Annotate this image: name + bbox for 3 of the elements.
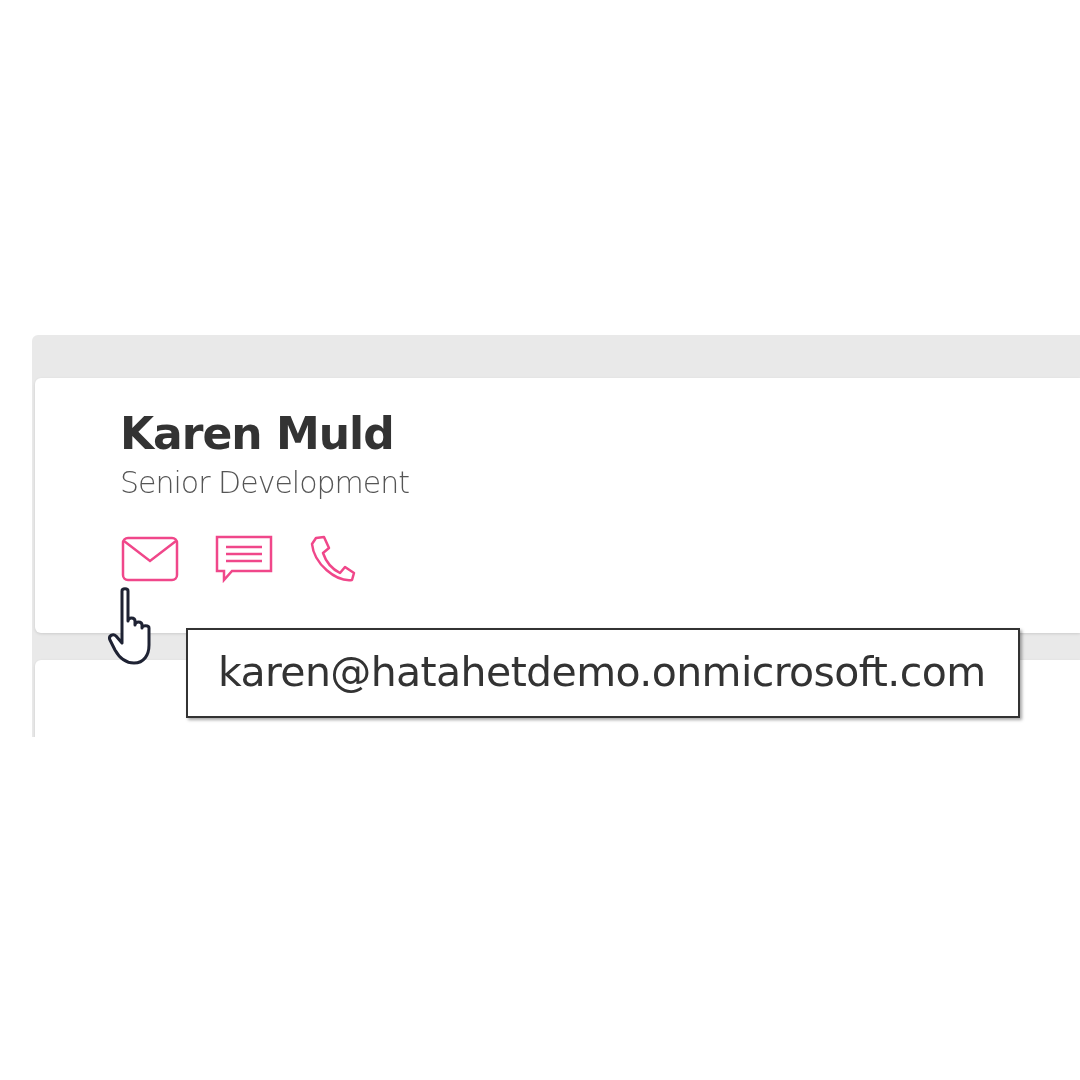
contact-name: Karen Muld	[120, 408, 395, 461]
email-tooltip: karen@hatahetdemo.onmicrosoft.com	[186, 628, 1020, 718]
job-title: Senior Development	[120, 464, 411, 500]
